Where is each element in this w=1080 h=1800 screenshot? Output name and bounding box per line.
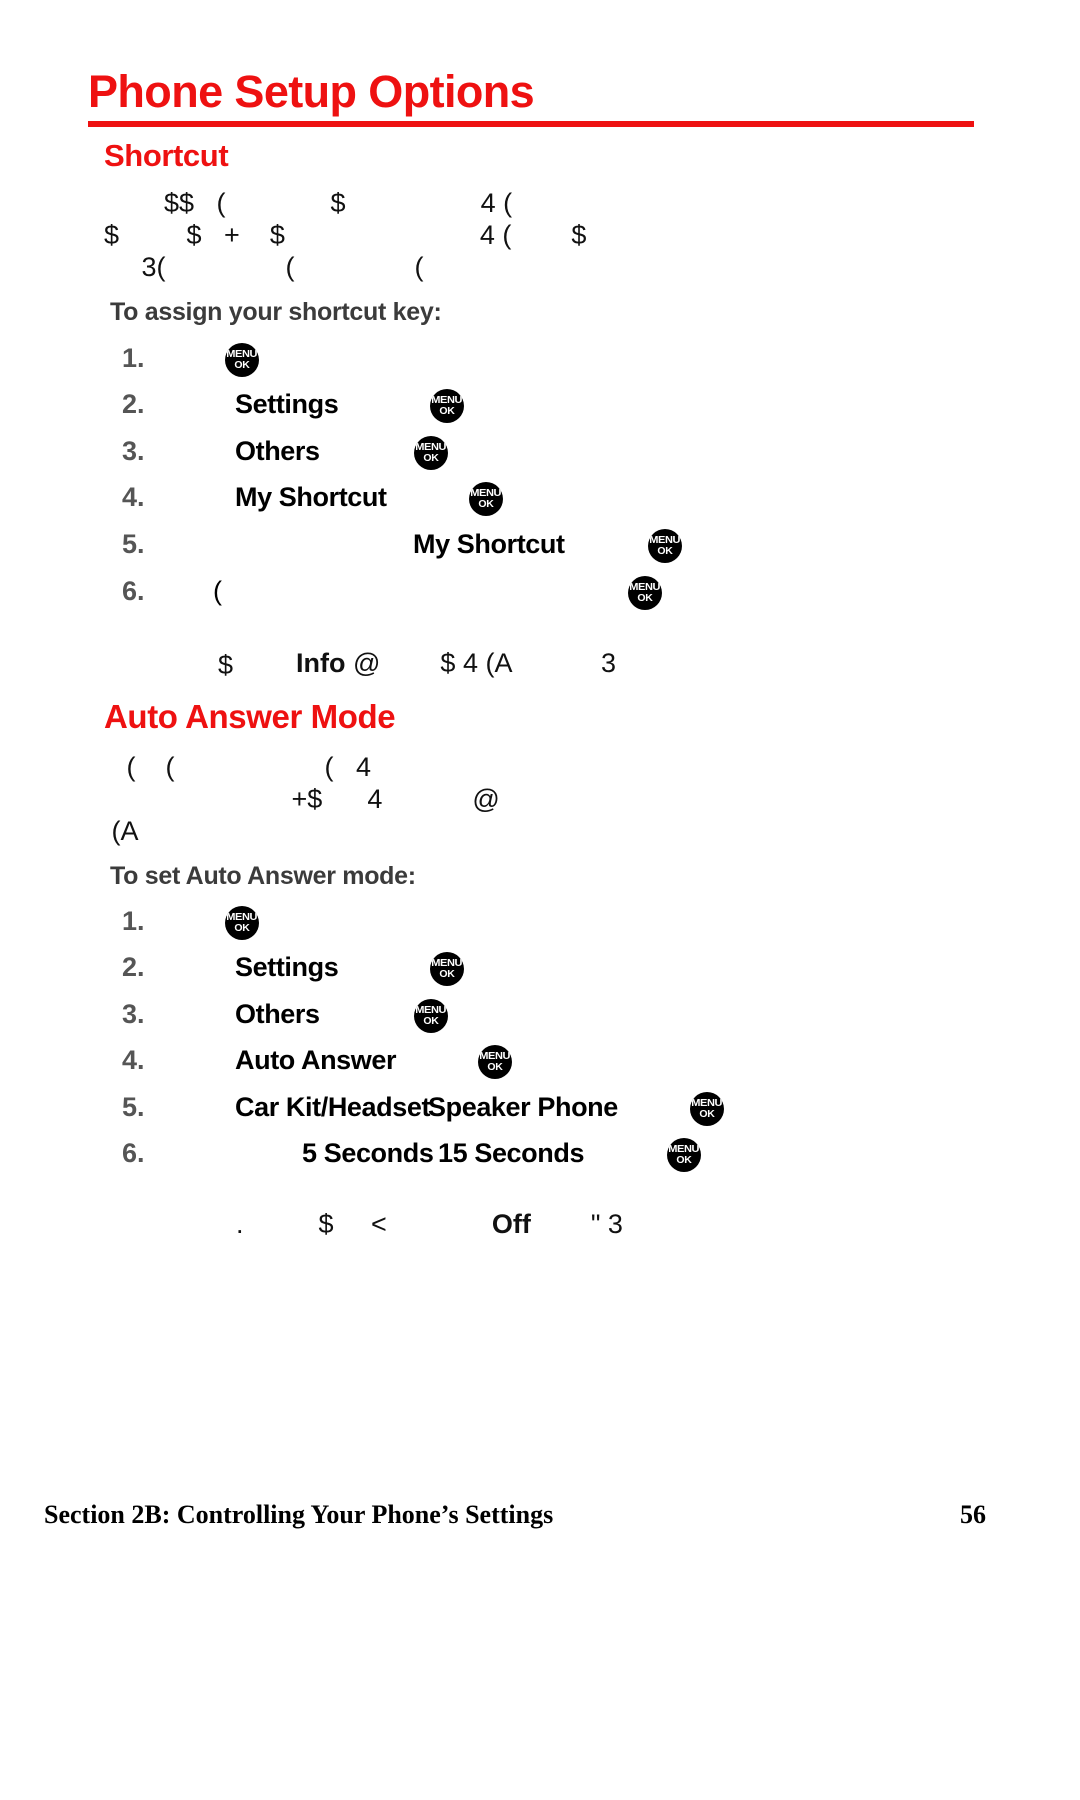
menu-ok-key-icon[interactable]: MENU OK xyxy=(225,906,259,940)
step-number: 1. xyxy=(122,906,145,936)
menu-ok-top-label: MENU xyxy=(431,957,463,970)
note-off-line: . $ < Off " 3 xyxy=(206,1178,623,1271)
menu-ok-top-label: MENU xyxy=(415,441,447,454)
body-text-line: $ $ + $ 4 ( $ xyxy=(104,220,587,250)
body-text-line: ( ( ( 4 xyxy=(104,752,372,782)
step-number: 6. xyxy=(122,1138,145,1168)
step-number: 4. xyxy=(122,1045,145,1075)
body-text-line: (A xyxy=(104,816,139,846)
menu-ok-bottom-label: OK xyxy=(699,1108,715,1121)
footer-page-number: 56 xyxy=(960,1500,986,1529)
menu-ok-bottom-label: OK xyxy=(423,1015,439,1028)
menu-ok-bottom-label: OK xyxy=(657,545,673,558)
menu-ok-key-icon[interactable]: MENU OK xyxy=(414,999,448,1033)
page-title: Phone Setup Options xyxy=(88,66,535,117)
body-text-line: $$ ( $ 4 ( xyxy=(104,188,513,218)
menu-ok-key-icon[interactable]: MENU OK xyxy=(414,436,448,470)
step-number: 3. xyxy=(122,999,145,1029)
note-info-rest: @ $ 4 (A 3 xyxy=(345,648,617,678)
body-text-line: 3( ( ( xyxy=(104,252,424,282)
menu-ok-bottom-label: OK xyxy=(423,452,439,465)
menu-ok-top-label: MENU xyxy=(470,487,502,500)
menu-ok-top-label: MENU xyxy=(431,394,463,407)
step-label-5-seconds: 5 Seconds xyxy=(302,1138,434,1168)
step-label-my-shortcut: My Shortcut xyxy=(235,482,387,512)
menu-ok-top-label: MENU xyxy=(226,911,258,924)
menu-ok-key-icon[interactable]: MENU OK xyxy=(430,952,464,986)
menu-ok-key-icon[interactable]: MENU OK xyxy=(469,482,503,516)
menu-ok-bottom-label: OK xyxy=(487,1061,503,1074)
section-heading-shortcut: Shortcut xyxy=(104,138,229,173)
menu-ok-top-label: MENU xyxy=(226,348,258,361)
step-label-car-kit-headset: Car Kit/Headset xyxy=(235,1092,431,1122)
step-label-settings: Settings xyxy=(235,952,339,982)
section-heading-auto-answer-mode: Auto Answer Mode xyxy=(104,698,396,735)
menu-ok-key-icon[interactable]: MENU OK xyxy=(430,389,464,423)
step-label-my-shortcut: My Shortcut xyxy=(413,529,565,559)
manual-page: Phone Setup Options Shortcut $$ ( $ 4 ( … xyxy=(0,0,1080,1800)
menu-ok-top-label: MENU xyxy=(649,534,681,547)
step-label-auto-answer: Auto Answer xyxy=(235,1045,397,1075)
step-label: ( xyxy=(213,576,222,606)
note-off-prefix: . $ < xyxy=(236,1209,492,1239)
menu-ok-bottom-label: OK xyxy=(439,968,455,981)
step-number: 2. xyxy=(122,389,145,419)
lead-in-assign-shortcut: To assign your shortcut key: xyxy=(110,298,442,326)
menu-ok-key-icon[interactable]: MENU OK xyxy=(628,576,662,610)
footer-section-label: Section 2B: Controlling Your Phone’s Set… xyxy=(44,1500,554,1529)
step-number: 3. xyxy=(122,436,145,466)
note-info-bold: Info xyxy=(296,648,346,678)
menu-ok-top-label: MENU xyxy=(691,1097,723,1110)
step-number: 2. xyxy=(122,952,145,982)
menu-ok-bottom-label: OK xyxy=(637,592,653,605)
note-info-line: Info @ $ 4 (A 3 xyxy=(266,617,616,710)
menu-ok-top-label: MENU xyxy=(415,1004,447,1017)
lead-in-set-auto-answer: To set Auto Answer mode: xyxy=(110,862,416,890)
menu-ok-key-icon[interactable]: MENU OK xyxy=(225,343,259,377)
menu-ok-key-icon[interactable]: MENU OK xyxy=(648,529,682,563)
step-label-others: Others xyxy=(235,436,320,466)
step-number: 4. xyxy=(122,482,145,512)
menu-ok-bottom-label: OK xyxy=(478,498,494,511)
step-label-15-seconds: 15 Seconds xyxy=(438,1138,585,1168)
note-off-suffix: " 3 xyxy=(530,1209,623,1239)
menu-ok-bottom-label: OK xyxy=(439,405,455,418)
step-number: 1. xyxy=(122,343,145,373)
step-number: 5. xyxy=(122,529,145,559)
step-label-settings: Settings xyxy=(235,389,339,419)
note-off-bold: Off xyxy=(491,1209,531,1239)
step-label-speaker-phone: Speaker Phone xyxy=(428,1092,618,1122)
menu-ok-bottom-label: OK xyxy=(234,922,250,935)
menu-ok-key-icon[interactable]: MENU OK xyxy=(690,1092,724,1126)
menu-ok-top-label: MENU xyxy=(668,1143,700,1156)
menu-ok-top-label: MENU xyxy=(479,1050,511,1063)
body-text-line: +$ 4 @ xyxy=(104,784,500,814)
step-number: 6. xyxy=(122,576,145,606)
step-label-others: Others xyxy=(235,999,320,1029)
menu-ok-bottom-label: OK xyxy=(676,1154,692,1167)
step-number: 5. xyxy=(122,1092,145,1122)
note-continuation-line: $ xyxy=(218,650,234,680)
menu-ok-bottom-label: OK xyxy=(234,359,250,372)
title-rule xyxy=(88,121,974,128)
menu-ok-key-icon[interactable]: MENU OK xyxy=(667,1138,701,1172)
page-header: Phone Setup Options xyxy=(88,66,978,128)
menu-ok-top-label: MENU xyxy=(629,581,661,594)
menu-ok-key-icon[interactable]: MENU OK xyxy=(478,1045,512,1079)
